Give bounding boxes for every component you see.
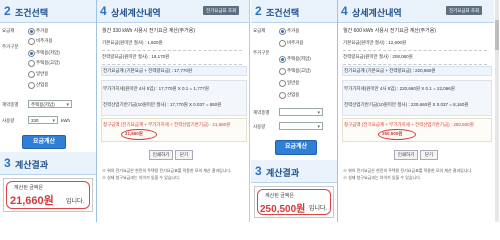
- radio-high-voltage[interactable]: [279, 68, 286, 75]
- result-box: 계산된 금액은 21,660원 입니다.: [3, 178, 93, 212]
- label-usage: 사용량: [253, 124, 266, 129]
- divider: [102, 60, 242, 65]
- label-plan: 요금제: [253, 28, 266, 33]
- print-button[interactable]: 인쇄하기: [149, 150, 173, 160]
- detail-line-total: 청구금액 (전기요금계 + 부가가치세 + 전력산업기반기금) : 250,50…: [344, 122, 474, 127]
- result-header: 3 계산결과: [251, 160, 337, 183]
- radio-high-voltage[interactable]: [28, 60, 35, 67]
- note-line: ※ 위의 전기요금은 한전의 주택용 전기요금표를 적용한 모의 계산 결과입니…: [102, 168, 232, 173]
- detail-main: 4 상세계산내역 전기요금표 조회 월간 600 kWh 사용시 전기요금 계산…: [338, 0, 494, 222]
- radio-general[interactable]: [28, 71, 35, 78]
- step-title: 조건선택: [15, 8, 49, 18]
- label-contract: 계약종별: [253, 110, 270, 115]
- radio-residential[interactable]: [28, 28, 35, 35]
- radio-label: 주택용(저압): [287, 56, 311, 61]
- detail-line-subtotal: 전기요금계 (기본요금 + 전력량요금) : 17,770원: [103, 68, 192, 73]
- radio-non-residential[interactable]: [279, 40, 286, 47]
- total-highlight-oval: [378, 129, 416, 140]
- step-number: 3: [255, 164, 262, 178]
- condition-sidebar: 2 조건선택 요금제 주거구분 주거용 비주거용 주택용(저압) 주택용(고압)…: [0, 0, 97, 222]
- result-unit: 입니다.: [66, 199, 85, 205]
- step-title: 계산결과: [266, 168, 300, 178]
- label-plan: 요금제: [2, 28, 15, 33]
- usage-input[interactable]: 330: [28, 116, 58, 125]
- right-screenshot-panel: 2 조건선택 요금제 주거구분 주거용 비주거용 주택용(저압) 주택용(고압)…: [251, 0, 500, 222]
- divider: [343, 60, 487, 65]
- calculate-button[interactable]: 요금계산: [275, 140, 317, 155]
- radio-label: 산업용: [36, 82, 49, 87]
- radio-label: 주택용(저압): [36, 50, 60, 55]
- condition-header: 2 조건선택: [251, 0, 337, 23]
- rate-table-button[interactable]: 전기요금표 조회: [446, 6, 483, 15]
- detail-line-fund: 전력산업기반기금(10원미만 절사) : 220,660원 X 0.037 = …: [344, 102, 469, 107]
- close-button[interactable]: 닫기: [175, 150, 193, 160]
- condition-header: 2 조건선택: [0, 0, 96, 23]
- detail-line-vat: 부가가치세(원미만 4사 5입) : 220,660원 X 0.1 = 22,0…: [344, 86, 455, 91]
- note-line: ※ 실제 청구요금과는 차이가 있을 수 있습니다.: [343, 175, 422, 180]
- step-number: 4: [100, 4, 107, 18]
- result-label: 계산된 금액은: [265, 193, 294, 199]
- rate-table-button[interactable]: 전기요금표 조회: [203, 6, 240, 15]
- radio-label: 비주거용: [287, 40, 304, 45]
- usage-unit: kWh: [61, 118, 70, 123]
- scrollbar-thumb[interactable]: [495, 20, 499, 50]
- left-screenshot-panel: 2 조건선택 요금제 주거구분 주거용 비주거용 주택용(저압) 주택용(고압)…: [0, 0, 250, 222]
- result-header: 3 계산결과: [0, 152, 96, 175]
- radio-label: 비주거용: [36, 38, 53, 43]
- radio-label: 주거용: [287, 28, 300, 33]
- result-value: 250,500원: [260, 204, 306, 215]
- print-button[interactable]: 인쇄하기: [394, 150, 418, 160]
- step-title: 조건선택: [266, 8, 300, 18]
- result-value: 21,660원: [10, 195, 54, 207]
- scrollbar[interactable]: [495, 0, 499, 222]
- detail-line-subtotal: 전기요금계 (기본요금 + 전력량요금) : 220,660원: [344, 68, 436, 73]
- step-title: 계산결과: [15, 160, 49, 170]
- label-residence: 주거구분: [2, 44, 19, 49]
- divider: [343, 46, 487, 51]
- calculate-button[interactable]: 요금계산: [22, 135, 66, 149]
- radio-label: 일반용: [36, 71, 49, 76]
- detail-header: 4 상세계산내역 전기요금표 조회: [97, 0, 249, 23]
- total-highlight-oval: [121, 129, 157, 140]
- radio-label: 주거용: [36, 28, 49, 33]
- step-number: 2: [255, 4, 262, 18]
- detail-subtitle: 월간 600 kWh 사용시 전기요금 계산(주거용): [343, 28, 437, 34]
- note-line: ※ 위의 전기요금은 한전의 주택용 전기요금표를 적용한 모의 계산 결과입니…: [343, 168, 473, 173]
- label-usage: 사용량: [2, 118, 15, 123]
- step-title: 상세계산내역: [352, 8, 402, 18]
- detail-subtitle: 월간 330 kWh 사용시 전기요금 계산(주거용): [102, 28, 196, 34]
- detail-header: 4 상세계산내역 전기요금표 조회: [338, 0, 494, 23]
- step-number: 2: [4, 4, 11, 18]
- detail-line-total: 청구금액 (전기요금계 + 부가가치세 + 전력산업기반기금) : 21,660…: [103, 122, 231, 127]
- label-residence: 주거구분: [253, 50, 270, 55]
- result-label: 계산된 금액은: [14, 185, 43, 191]
- radio-non-residential[interactable]: [28, 38, 35, 45]
- condition-sidebar: 2 조건선택 요금제 주거구분 주거용 비주거용 주택용(저압) 주택용(고압)…: [251, 0, 338, 222]
- step-number: 3: [4, 156, 11, 170]
- radio-low-voltage[interactable]: [279, 56, 286, 63]
- divider: [102, 46, 242, 51]
- contract-type-select[interactable]: [279, 108, 323, 117]
- usage-input[interactable]: [279, 122, 323, 131]
- radio-residential[interactable]: [279, 28, 286, 35]
- radio-industrial[interactable]: [279, 92, 286, 99]
- contract-type-select[interactable]: 주택용(저압): [28, 100, 72, 109]
- step-title: 상세계산내역: [111, 8, 161, 18]
- radio-label: 일반용: [287, 80, 300, 85]
- radio-industrial[interactable]: [28, 82, 35, 89]
- radio-label: 주택용(고압): [36, 60, 60, 65]
- step-number: 4: [341, 4, 348, 18]
- close-button[interactable]: 닫기: [420, 150, 438, 160]
- detail-main: 4 상세계산내역 전기요금표 조회 월간 330 kWh 사용시 전기요금 계산…: [97, 0, 249, 222]
- label-contract: 계약종별: [2, 102, 19, 107]
- result-unit: 입니다.: [309, 206, 328, 212]
- radio-general[interactable]: [279, 80, 286, 87]
- radio-label: 산업용: [287, 92, 300, 97]
- detail-line-fund: 전력산업기반기금(10원미만 절사) : 17,770원 X 0.037 = 6…: [103, 102, 222, 107]
- radio-label: 주택용(고압): [287, 68, 311, 73]
- radio-low-voltage[interactable]: [28, 50, 35, 57]
- result-box: 계산된 금액은 250,500원 입니다.: [254, 186, 334, 218]
- detail-line-vat: 부가가치세(원미만 4사 5입) : 17,770원 X 0.1 = 1,777…: [103, 86, 209, 91]
- note-line: ※ 실제 청구요금과는 차이가 있을 수 있습니다.: [102, 175, 181, 180]
